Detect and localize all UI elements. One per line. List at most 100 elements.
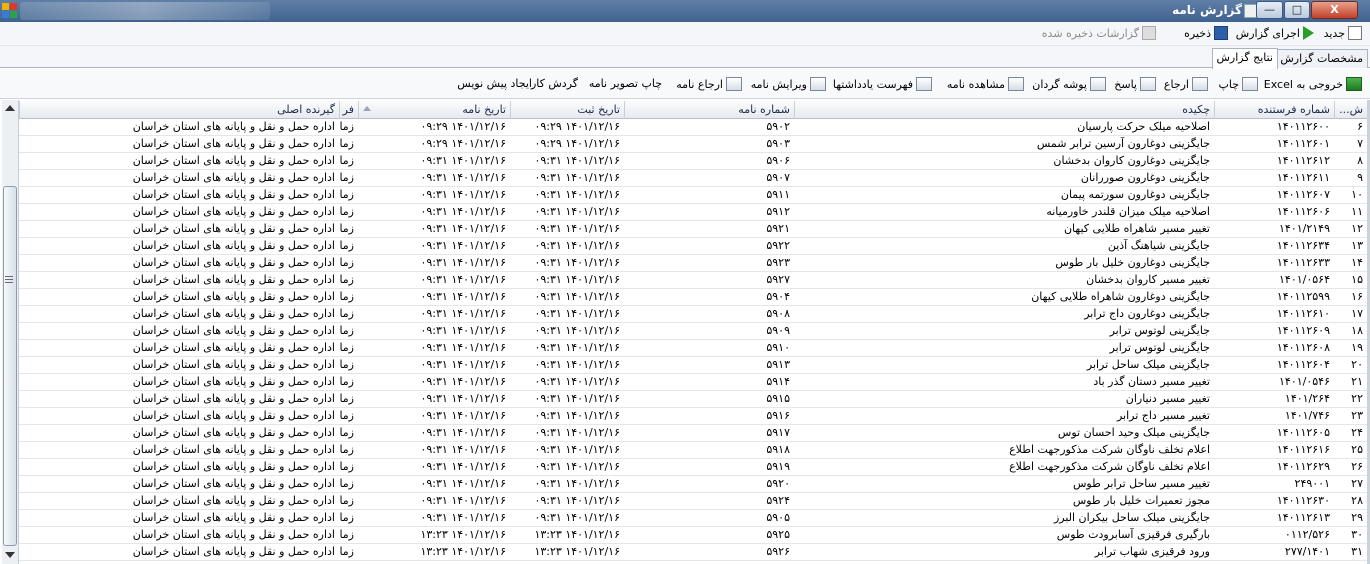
- table-row[interactable]: ۲۷ ۲۴۹۰۰۱ تغییر مسیر ساحل ترابر طوس ۵۹۲۰ ۱۴۰…: [19, 476, 1367, 493]
- cell-letter-no: ۵۹۰۷: [766, 171, 790, 184]
- table-row[interactable]: ۲۶ ۱۴۰۱۱۲۶۲۹ اعلام تخلف ناوگان شرکت مذکورج…: [19, 459, 1367, 476]
- minimize-button[interactable]: —: [1256, 1, 1283, 19]
- cell-sender: زما: [339, 171, 354, 184]
- cell-row-number: ۶: [1357, 120, 1363, 133]
- refer-icon: [1192, 77, 1208, 91]
- cell-recipient: اداره حمل و نقل و پایانه های استان خراسا…: [132, 477, 335, 490]
- cell-sender: زما: [339, 205, 354, 218]
- cell-letter-no: ۵۹۱۱: [766, 188, 790, 201]
- col-header-letter-no[interactable]: شماره نامه: [624, 101, 794, 119]
- new-button[interactable]: جدید: [1324, 26, 1362, 40]
- table-row[interactable]: ۲۹ ۱۴۰۱۱۲۶۱۳ جایگزینی میلک ساحل بیکران الب…: [19, 510, 1367, 527]
- results-toolbar: خروجی به Excel چاپ ارجاع پاسخ پوشه گردان…: [0, 69, 1370, 99]
- cell-sender: زما: [339, 273, 354, 286]
- col-header-summary[interactable]: چکیده: [794, 101, 1214, 119]
- col-header-sender-no[interactable]: شماره فرستنده: [1214, 101, 1334, 119]
- cell-reg-date: ۱۴۰۱/۱۲/۱۶ ۰۹:۳۱: [534, 409, 620, 422]
- cell-row-number: ۱۳: [1351, 239, 1363, 252]
- cell-letter-date: ۱۴۰۱/۱۲/۱۶ ۰۹:۳۱: [420, 290, 506, 303]
- tab-report-spec[interactable]: مشخصات گزارش: [1275, 49, 1368, 68]
- cell-letter-no: ۵۹۲۵: [766, 528, 790, 541]
- new-document-icon: [1348, 26, 1362, 40]
- notes-list-button[interactable]: فهرست یادداشتها: [833, 77, 932, 91]
- cell-sender: زما: [339, 222, 354, 235]
- col-header-reg-date[interactable]: تاریخ ثبت: [510, 101, 624, 119]
- cell-row-number: ۲۸: [1351, 494, 1363, 507]
- cell-letter-date: ۱۴۰۱/۱۲/۱۶ ۰۹:۳۱: [420, 171, 506, 184]
- close-button[interactable]: X: [1311, 1, 1358, 19]
- refer-letter-button[interactable]: ارجاع نامه: [676, 77, 742, 91]
- reply-button[interactable]: پاسخ: [1114, 77, 1156, 91]
- cell-summary: تغییر مسیر کاروان بدخشان: [1086, 273, 1210, 286]
- scroll-up-arrow-icon[interactable]: [5, 105, 15, 111]
- table-row[interactable]: ۳۰ ۰۱۱۲/۵۲۶ بارگیری فرقیزی آسابرودت طوس ۵۹۲…: [19, 527, 1367, 544]
- table-row[interactable]: ۱۰ ۱۴۰۱۱۲۶۰۷ جایگزینی دوغارون سورتمه پیمان…: [19, 187, 1367, 204]
- col-header-recipient[interactable]: گیرنده اصلی: [19, 101, 339, 119]
- table-row[interactable]: ۱۷ ۱۴۰۱۱۲۶۱۰ جایگزینی دوغارون داج ترابر ۵۹۰…: [19, 306, 1367, 323]
- cell-row-number: ۲۲: [1351, 392, 1363, 405]
- table-row[interactable]: ۲۸ ۱۴۰۱۱۲۶۳۰ مجوز تعمیرات خلیل بار طوس ۵۹۲۴…: [19, 493, 1367, 510]
- cell-letter-no: ۵۹۱۴: [766, 375, 790, 388]
- maximize-button[interactable]: □: [1284, 1, 1310, 19]
- col-header-sender[interactable]: فر: [339, 101, 358, 119]
- cell-sender-no: ۱۴۰۱/۲۱۴۹: [1279, 222, 1330, 235]
- table-row[interactable]: ۱۴ ۱۴۰۱۱۲۶۳۳ جایگزینی دوغارون خلیل بار طوس…: [19, 255, 1367, 272]
- scroll-down-arrow-icon[interactable]: [5, 552, 15, 558]
- cell-letter-date: ۱۴۰۱/۱۲/۱۶ ۰۹:۳۱: [420, 494, 506, 507]
- view-letter-button[interactable]: مشاهده نامه: [947, 77, 1024, 91]
- refer-button[interactable]: ارجاع: [1164, 77, 1208, 91]
- cell-sender: زما: [339, 528, 354, 541]
- cell-sender-no: ۱۴۰۱۱۲۶۰۰: [1276, 120, 1330, 133]
- save-button[interactable]: ذخیره: [1184, 26, 1228, 40]
- table-row[interactable]: ۱۲ ۱۴۰۱/۲۱۴۹ تغییر مسیر شاهراه طلایی کیهان…: [19, 221, 1367, 238]
- table-row[interactable]: ۸ ۱۴۰۱۱۲۶۱۲ جایگزینی دوغارون کاروان بدخشان…: [19, 153, 1367, 170]
- cell-row-number: ۲۱: [1351, 375, 1363, 388]
- run-report-button[interactable]: اجرای گزارش: [1236, 26, 1314, 40]
- cell-letter-no: ۵۹۰۶: [766, 154, 790, 167]
- tab-report-results[interactable]: نتایج گزارش: [1211, 48, 1278, 69]
- cell-sender: زما: [339, 341, 354, 354]
- workflow-button[interactable]: گردش کار: [531, 77, 578, 90]
- table-row[interactable]: ۲۵ ۱۴۰۱۱۲۶۱۶ اعلام تخلف ناوگان شرکت مذکورج…: [19, 442, 1367, 459]
- cell-letter-date: ۱۴۰۱/۱۲/۱۶ ۰۹:۳۱: [420, 154, 506, 167]
- table-row[interactable]: ۲۲ ۱۴۰۱/۲۶۴ تغییر مسیر دنیاران ۵۹۱۵ ۱۴۰۱/۱۲/…: [19, 391, 1367, 408]
- col-header-letter-date[interactable]: تاریخ نامه: [358, 101, 510, 119]
- cell-recipient: اداره حمل و نقل و پایانه های استان خراسا…: [132, 222, 335, 235]
- table-row[interactable]: ۲۳ ۱۴۰۱/۷۴۶ تغییر مسیر داج ترابر ۵۹۱۶ ۱۴۰۱/۱…: [19, 408, 1367, 425]
- print-letter-image-button[interactable]: چاپ تصویر نامه: [589, 77, 662, 90]
- table-row[interactable]: ۱۶ ۱۴۰۱۱۲۵۹۹ جایگزینی دوغارون شاهراه طلایی…: [19, 289, 1367, 306]
- col-header-row[interactable]: ش...: [1334, 101, 1367, 119]
- table-row[interactable]: ۲۱ ۱۴۰۱/۰۵۴۶ تغییر مسیر دستان گذر باد ۵۹۱۴ ۱…: [19, 374, 1367, 391]
- printer-icon: [1242, 77, 1258, 91]
- table-row[interactable]: ۷ ۱۴۰۱۱۲۶۰۱ جایگزینی دوغارون آرسین ترابر ش…: [19, 136, 1367, 153]
- cell-letter-no: ۵۹۱۷: [766, 426, 790, 439]
- table-row[interactable]: ۱۵ ۱۴۰۱/۰۵۶۴ تغییر مسیر کاروان بدخشان ۵۹۲۷ ۱…: [19, 272, 1367, 289]
- table-row[interactable]: ۲۴ ۱۴۰۱۱۲۶۰۵ جایگزینی میلک وحید احسان توس ۵…: [19, 425, 1367, 442]
- cell-recipient: اداره حمل و نقل و پایانه های استان خراسا…: [132, 545, 335, 558]
- create-draft-button[interactable]: ایجاد پیش نویس: [457, 77, 532, 90]
- table-row[interactable]: ۱۳ ۱۴۰۱۱۲۶۳۴ جایگزینی شیاهنگ آذین ۵۹۲۲ ۱۴۰۱/…: [19, 238, 1367, 255]
- edit-letter-button[interactable]: ویرایش نامه: [751, 77, 826, 91]
- table-row[interactable]: ۳۱ ۲۷۷/۱۴۰۱ ورود فرقیزی شهاب ترابر ۵۹۲۶ ۱۴۰۱…: [19, 544, 1367, 561]
- cell-sender-no: ۱۴۰۱۱۲۶۳۰: [1276, 494, 1330, 507]
- cell-letter-date: ۱۴۰۱/۱۲/۱۶ ۰۹:۳۱: [420, 222, 506, 235]
- cell-sender: زما: [339, 375, 354, 388]
- folder-circulation-button[interactable]: پوشه گردان: [1032, 77, 1106, 91]
- cell-sender-no: ۱۴۰۱/۰۵۶۴: [1279, 273, 1330, 286]
- saved-reports-button[interactable]: گزارشات ذخیره شده: [1042, 26, 1156, 40]
- cell-sender: زما: [339, 324, 354, 337]
- table-row[interactable]: ۱۸ ۱۴۰۱۱۲۶۰۹ جایگزینی لوتوس ترابر ۵۹۰۹ ۱۴۰۱/…: [19, 323, 1367, 340]
- cell-recipient: اداره حمل و نقل و پایانه های استان خراسا…: [132, 392, 335, 405]
- cell-sender-no: ۱۴۰۱۱۲۶۰۱: [1276, 137, 1330, 150]
- sort-arrow-icon: [363, 106, 371, 111]
- table-row[interactable]: ۲۰ ۱۴۰۱۱۲۶۰۴ جایگزینی میلک ساحل ترابر ۵۹۱۳ ۱…: [19, 357, 1367, 374]
- print-button[interactable]: چاپ: [1218, 77, 1258, 91]
- cell-letter-date: ۱۴۰۱/۱۲/۱۶ ۰۹:۳۱: [420, 358, 506, 371]
- table-row[interactable]: ۶ ۱۴۰۱۱۲۶۰۰ اصلاحیه میلک حرکت پارسیان ۵۹۰۲ ۱…: [19, 119, 1367, 136]
- export-excel-button[interactable]: خروجی به Excel: [1264, 77, 1362, 91]
- scroll-thumb[interactable]: [3, 186, 17, 546]
- table-row[interactable]: ۱۱ ۱۴۰۱۱۲۶۰۶ اصلاحیه میلک میزان قلندر خاور…: [19, 204, 1367, 221]
- vertical-scrollbar[interactable]: [2, 100, 19, 564]
- table-row[interactable]: ۹ ۱۴۰۱۱۲۶۱۱ جایگزینی دوغارون صوررانان ۵۹۰۷ ۱…: [19, 170, 1367, 187]
- table-row[interactable]: ۱۹ ۱۴۰۱۱۲۶۰۸ جایگزینی لوتوس ترابر ۵۹۱۰ ۱۴۰۱/…: [19, 340, 1367, 357]
